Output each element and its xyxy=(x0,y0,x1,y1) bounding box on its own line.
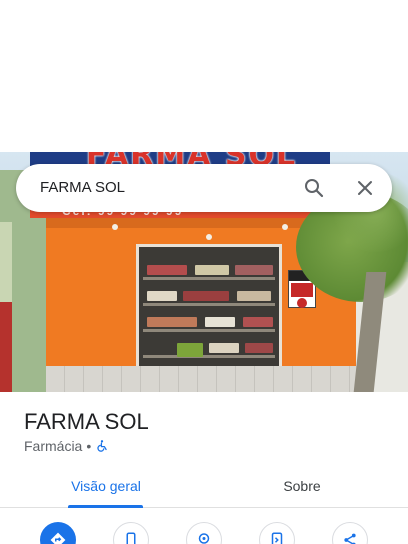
photo-goods xyxy=(243,317,273,327)
tab-overview[interactable]: Visão geral xyxy=(66,464,146,508)
photo-poster-red xyxy=(291,283,313,297)
close-icon-glyph xyxy=(358,181,372,195)
wheelchair-accessible-icon xyxy=(95,439,109,453)
search-icon-glyph xyxy=(305,179,324,198)
photo-goods xyxy=(209,343,239,353)
wheelchair-icon-glyph xyxy=(97,440,107,452)
directions-icon xyxy=(50,532,66,544)
place-title: FARMA SOL xyxy=(24,409,149,434)
active-tab-indicator xyxy=(68,505,143,508)
share-button[interactable] xyxy=(332,522,368,544)
place-category: Farmácia xyxy=(24,438,83,454)
place-meta: Farmácia • xyxy=(24,438,109,454)
photo-goods xyxy=(195,265,229,275)
search-icon[interactable] xyxy=(302,176,326,200)
save-to-phone-icon xyxy=(271,532,283,544)
photo-lamp xyxy=(282,224,288,230)
close-icon[interactable] xyxy=(353,176,377,200)
phone-icon xyxy=(126,532,136,544)
photo-tile-band xyxy=(46,366,358,392)
meta-separator: • xyxy=(86,438,92,454)
action-buttons-row xyxy=(0,522,408,544)
photo-lamp xyxy=(112,224,118,230)
photo-goods xyxy=(147,265,187,275)
place-tabs: Visão geral Sobre xyxy=(0,464,408,508)
photo-shelf xyxy=(143,277,275,280)
photo-goods xyxy=(235,265,273,275)
location-pin-icon xyxy=(198,533,210,544)
photo-lamp xyxy=(206,234,212,240)
send-to-phone-button[interactable] xyxy=(259,522,295,544)
top-blank-area xyxy=(0,0,408,152)
search-query-text[interactable]: FARMA SOL xyxy=(40,179,125,196)
photo-shelf xyxy=(143,355,275,358)
search-bar[interactable]: FARMA SOL xyxy=(16,164,392,212)
call-button[interactable] xyxy=(113,522,149,544)
photo-shelf xyxy=(143,329,275,332)
photo-shelf xyxy=(143,303,275,306)
photo-goods xyxy=(237,291,271,301)
photo-left-red xyxy=(0,302,12,392)
photo-goods xyxy=(245,343,273,353)
share-icon xyxy=(344,533,356,544)
photo-goods xyxy=(147,317,197,327)
photo-goods xyxy=(183,291,229,301)
photo-poster-dot xyxy=(297,298,307,308)
directions-button[interactable] xyxy=(40,522,76,544)
photo-goods xyxy=(147,291,177,301)
photo-goods xyxy=(205,317,235,327)
tab-about[interactable]: Sobre xyxy=(262,464,342,508)
photo-goods xyxy=(177,343,203,357)
nearby-button[interactable] xyxy=(186,522,222,544)
